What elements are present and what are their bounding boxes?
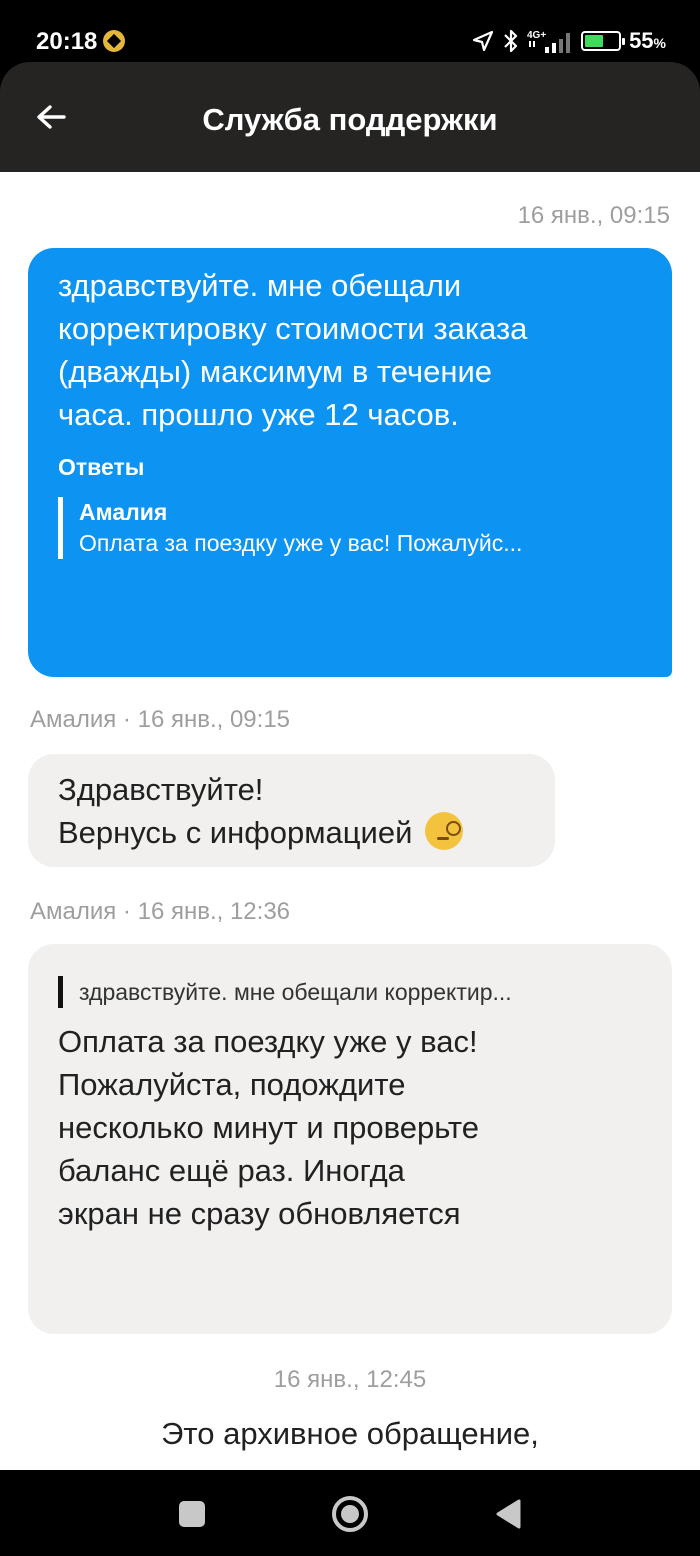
system-timestamp: 16 янв., 12:45 xyxy=(273,1366,427,1393)
system-back-button[interactable] xyxy=(488,1494,528,1534)
battery-fill xyxy=(585,35,603,47)
message-meta: Амалия · 16 янв., 12:36 xyxy=(30,898,291,925)
navigation-bar xyxy=(0,1470,700,1556)
chat-area[interactable]: 16 янв., 09:15 здравствуйте. мне обещали… xyxy=(0,172,700,1470)
message-text: здравствуйте. мне обещали корректировку … xyxy=(58,268,528,432)
location-arrow-icon xyxy=(471,29,495,53)
square-icon xyxy=(179,1501,205,1527)
app-header: Служба поддержки xyxy=(0,62,700,172)
triangle-back-icon xyxy=(496,1499,521,1529)
message-text: Здравствуйте! Вернусь с информацией xyxy=(58,768,527,854)
incoming-message[interactable]: здравствуйте. мне обещали корректир... О… xyxy=(28,944,672,1334)
battery-percent: 55% xyxy=(629,28,666,53)
face-with-monocle-icon xyxy=(425,812,464,850)
bluetooth-icon xyxy=(503,28,519,54)
notification-icon xyxy=(103,30,125,52)
message-text: Оплата за поездку уже у вас! Пожалуйста,… xyxy=(58,1024,480,1231)
network-label: 4G+ xyxy=(527,30,546,41)
incoming-message[interactable]: Здравствуйте! Вернусь с информацией xyxy=(28,754,555,867)
archive-notice-line: Это архивное обращение, xyxy=(161,1416,539,1451)
status-time: 20:18 xyxy=(36,28,98,55)
message-timestamp: 16 янв., 09:15 xyxy=(517,202,670,229)
archive-notice: Это архивное обращение, чат закрыт xyxy=(0,1412,700,1470)
message-line: Вернусь с информацией xyxy=(58,811,527,854)
reply-text: Оплата за поездку уже у вас! Пожалуйс... xyxy=(79,530,523,556)
archive-notice-line: чат закрыт xyxy=(0,1455,700,1470)
outgoing-message[interactable]: здравствуйте. мне обещали корректировку … xyxy=(28,248,672,677)
replies-label: Ответы xyxy=(58,454,145,480)
reply-author: Амалия xyxy=(79,499,168,525)
home-circle-icon xyxy=(332,1496,368,1532)
battery-icon xyxy=(581,31,626,51)
signal-icon: 4G+ xyxy=(527,27,573,55)
message-line: Здравствуйте! xyxy=(58,772,264,807)
status-icons: 4G+ 55% xyxy=(471,26,666,56)
reply-preview[interactable]: Амалия Оплата за поездку уже у вас! Пожа… xyxy=(58,497,644,559)
recents-button[interactable] xyxy=(172,1494,212,1534)
home-button[interactable] xyxy=(330,1494,370,1534)
quoted-message[interactable]: здравствуйте. мне обещали корректир... xyxy=(58,976,644,1008)
message-meta: Амалия · 16 янв., 09:15 xyxy=(30,706,291,733)
page-title: Служба поддержки xyxy=(202,102,498,137)
